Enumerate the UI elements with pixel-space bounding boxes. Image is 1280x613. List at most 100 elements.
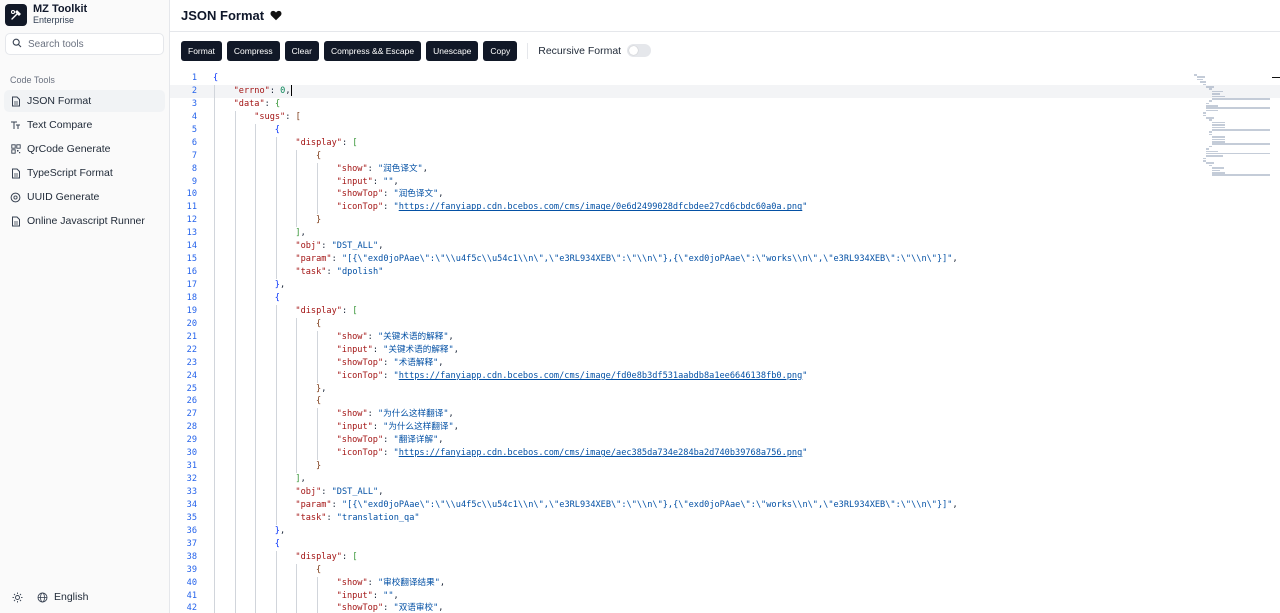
sidebar-item-json-format[interactable]: JSON Format xyxy=(4,90,165,112)
copy-button[interactable]: Copy xyxy=(483,40,518,61)
code-line[interactable]: 31} xyxy=(170,460,1280,474)
indent-guide xyxy=(214,382,215,396)
code-line[interactable]: 14 "obj": "DST_ALL", xyxy=(170,240,1280,254)
code-line[interactable]: 36}, xyxy=(170,524,1280,538)
line-number: 36 xyxy=(186,525,197,536)
code-line[interactable]: 41 "input": "", xyxy=(170,589,1280,603)
search-input[interactable] xyxy=(28,38,148,50)
indent-guide xyxy=(317,330,318,344)
code-line[interactable]: 42 "showTop": "双语审校", xyxy=(170,602,1280,613)
code-line[interactable]: 13], xyxy=(170,227,1280,241)
code-line[interactable]: 35 "task": "translation_qa" xyxy=(170,511,1280,525)
code-line[interactable]: 40 "show": "审校翻译结果", xyxy=(170,576,1280,590)
indent-guide xyxy=(214,356,215,370)
code-line[interactable]: 21 "show": "关键术语的解释", xyxy=(170,330,1280,344)
sun-icon[interactable] xyxy=(12,592,23,603)
indent-guide xyxy=(275,473,277,486)
clear-button[interactable]: Clear xyxy=(284,40,319,61)
indent-guide xyxy=(255,356,257,370)
code-line[interactable]: 2 "errno": 0, xyxy=(170,84,1280,98)
language-switcher[interactable]: English xyxy=(37,591,88,603)
code-token: : xyxy=(264,98,275,109)
sidebar-item-typescript-format[interactable]: TypeScript Format xyxy=(4,162,165,184)
code-line[interactable]: 24 "iconTop": "https://fanyiapp.cdn.bcebo… xyxy=(170,369,1280,383)
indent-guide xyxy=(317,408,318,422)
indent-guide xyxy=(296,330,298,344)
unescape-button[interactable]: Unescape xyxy=(426,40,479,61)
sidebar-item-online-javascript-runner[interactable]: Online Javascript Runner xyxy=(4,210,165,232)
code-line[interactable]: 3 "data": { xyxy=(170,97,1280,111)
code-line[interactable]: 20 { xyxy=(170,317,1280,331)
indent-guide xyxy=(214,240,215,254)
code-line[interactable]: 17}, xyxy=(170,279,1280,292)
minimap-line xyxy=(1209,100,1212,102)
code-line[interactable]: 4 "sugs": [ xyxy=(170,110,1280,124)
sidebar-item-uuid-generate[interactable]: UUID Generate xyxy=(4,186,165,208)
sidebar-item-qrcode-generate[interactable]: QrCode Generate xyxy=(4,138,165,160)
code-link[interactable]: https://fanyiapp.cdn.bcebos.com/cms/imag… xyxy=(399,371,803,381)
code-line[interactable]: 16 "task": "dpolish" xyxy=(170,266,1280,279)
code-token: : xyxy=(372,422,384,433)
editor-minimap[interactable] xyxy=(1194,74,1274,176)
compress-button[interactable]: Compress xyxy=(226,40,280,61)
code-line[interactable]: 22 "input": "关键术语的解释", xyxy=(170,343,1280,357)
code-line[interactable]: 39 { xyxy=(170,563,1280,577)
code-line[interactable]: 25}, xyxy=(170,382,1280,396)
code-token: : xyxy=(383,435,394,446)
code-line[interactable]: 27 "show": "为什么这样翻译", xyxy=(170,408,1280,422)
brand[interactable]: MZ Toolkit Enterprise xyxy=(0,0,169,30)
code-line[interactable]: 12} xyxy=(170,214,1280,228)
line-number: 41 xyxy=(186,590,197,601)
sidebar-item-text-compare[interactable]: Text Compare xyxy=(4,114,165,136)
indent-guide xyxy=(296,343,298,357)
indent-guide xyxy=(234,447,236,461)
code-line[interactable]: 38 "display": [ xyxy=(170,550,1280,564)
compress-escape-button[interactable]: Compress && Escape xyxy=(323,40,422,61)
code-line[interactable]: 15 "param": "[{\"exd0joPAae\":\"\\u4f5c\\… xyxy=(170,253,1280,267)
code-line[interactable]: 5{ xyxy=(170,123,1280,137)
code-text: }, xyxy=(197,382,326,396)
indent-guide xyxy=(317,162,318,176)
json-editor[interactable]: 1{2 "errno": 0, 3 "data": {4 "sugs": [5{6 "di… xyxy=(170,72,1280,613)
minimap-line xyxy=(1203,83,1206,86)
code-line[interactable]: 33 "obj": "DST_ALL", xyxy=(170,486,1280,499)
code-line[interactable]: 23 "showTop": "术语解释", xyxy=(170,356,1280,370)
format-button[interactable]: Format xyxy=(181,40,222,61)
line-number: 29 xyxy=(186,435,197,446)
sidebar-item-label: Text Compare xyxy=(27,119,93,131)
heart-icon[interactable] xyxy=(270,10,282,21)
code-line[interactable]: 8 "show": "润色译文", xyxy=(170,162,1280,176)
code-line[interactable]: 37 { xyxy=(170,537,1280,551)
code-line[interactable]: 9 "input": "", xyxy=(170,175,1280,189)
minimap-line xyxy=(1203,157,1206,160)
code-line[interactable]: 10 "showTop": "润色译文", xyxy=(170,188,1280,202)
minimap-line xyxy=(1212,128,1270,131)
code-line[interactable]: 32], xyxy=(170,473,1280,486)
code-token: "iconTop" xyxy=(336,202,384,213)
code-line[interactable]: 30 "iconTop": "https://fanyiapp.cdn.bcebo… xyxy=(170,447,1280,461)
code-line[interactable]: 11 "iconTop": "https://fanyiapp.cdn.bcebo… xyxy=(170,201,1280,215)
code-line[interactable]: 6 "display": [ xyxy=(170,136,1280,150)
line-number: 32 xyxy=(186,474,197,485)
code-text: { xyxy=(197,123,280,137)
line-number: 38 xyxy=(186,551,197,562)
code-link[interactable]: https://fanyiapp.cdn.bcebos.com/cms/imag… xyxy=(399,448,803,458)
code-line[interactable]: 26 { xyxy=(170,395,1280,409)
code-line[interactable]: 34 "param": "[{\"exd0joPAae\":\"\\u4f5c\\… xyxy=(170,498,1280,512)
code-line[interactable]: 28 "input": "为什么这样翻译", xyxy=(170,421,1280,435)
indent-guide xyxy=(275,434,277,448)
recursive-format-toggle[interactable] xyxy=(627,44,652,57)
code-line[interactable]: 29 "showTop": "翻译详解", xyxy=(170,434,1280,448)
code-token: : xyxy=(383,357,394,368)
indent-guide xyxy=(214,343,215,357)
code-line[interactable]: 18 { xyxy=(170,291,1280,305)
code-token: [ xyxy=(352,305,358,316)
code-text: "data": { xyxy=(197,97,280,111)
code-line[interactable]: 7{ xyxy=(170,149,1280,163)
code-line[interactable]: 19 "display": [ xyxy=(170,304,1280,318)
code-token: : xyxy=(341,551,353,562)
code-line[interactable]: 1{ xyxy=(170,72,1280,85)
code-link[interactable]: https://fanyiapp.cdn.bcebos.com/cms/imag… xyxy=(399,202,803,212)
indent-guide xyxy=(234,602,236,613)
indent-guide xyxy=(255,537,257,551)
